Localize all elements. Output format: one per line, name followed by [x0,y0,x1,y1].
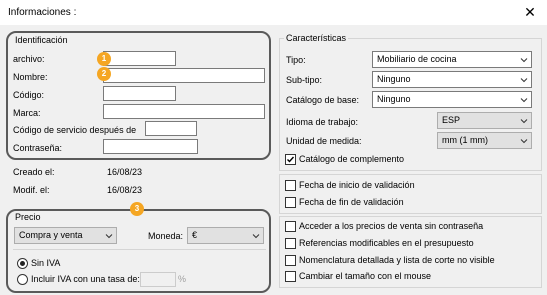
fecha-inicio-checkbox[interactable] [285,180,296,191]
opcion-checkbox[interactable] [285,255,296,266]
catalogo-base-select[interactable]: Ninguno [372,91,532,108]
creado-value: 16/08/23 [107,167,143,177]
precio-tipo-select[interactable]: Compra y venta [14,227,117,244]
step-badge-2: 2 [97,67,111,81]
step-badge-3: 3 [130,202,144,216]
chevron-down-icon [520,119,528,124]
unidad-value: mm (1 mm) [442,135,488,145]
chevron-down-icon [520,139,528,144]
chevron-down-icon [520,78,528,83]
idioma-value: ESP [442,115,461,125]
tasa-iva-input[interactable] [140,272,176,287]
opcion-label: Nomenclatura detallada y lista de corte … [299,255,495,265]
tipo-select[interactable]: Mobiliario de cocina [372,51,532,68]
sin-iva-radio[interactable] [17,258,28,269]
idioma-label: Idioma de trabajo: [286,117,359,127]
moneda-value: € [192,230,198,240]
codigo-input[interactable] [103,86,176,101]
title-bar: Informaciones : ✕ [0,0,547,25]
nombre-input[interactable] [103,68,265,83]
archivo-input[interactable] [103,51,176,66]
step-badge-1: 1 [97,52,111,66]
codigo-label: Código: [13,90,45,100]
precio-divider [13,249,266,250]
opcion-checkbox[interactable] [285,238,296,249]
sin-iva-label: Sin IVA [31,258,61,268]
fecha-inicio-label: Fecha de inicio de validación [299,180,415,190]
subtipo-label: Sub-tipo: [286,75,323,85]
subtipo-value: Ninguno [377,74,411,84]
moneda-select[interactable]: € [187,227,264,244]
catalogo-base-value: Ninguno [377,94,411,104]
catalogo-base-label: Catálogo de base: [286,95,360,105]
opcion-checkbox[interactable] [285,221,296,232]
unidad-label: Unidad de medida: [286,136,362,146]
fecha-fin-checkbox[interactable] [285,197,296,208]
contrasena-input[interactable] [103,139,198,154]
idioma-select[interactable]: ESP [437,112,532,129]
subtipo-select[interactable]: Ninguno [372,71,532,88]
percent-label: % [178,274,187,284]
codigo-servicio-input[interactable] [145,121,197,136]
chevron-down-icon [252,234,260,239]
unidad-select[interactable]: mm (1 mm) [437,132,532,149]
window-title: Informaciones : [8,7,77,18]
chevron-down-icon [520,58,528,63]
tipo-label: Tipo: [286,55,306,65]
precio-tipo-value: Compra y venta [19,230,83,240]
tipo-value: Mobiliario de cocina [377,54,457,64]
opcion-label: Acceder a los precios de venta sin contr… [299,221,484,231]
fecha-fin-label: Fecha de fin de validación [299,197,404,207]
close-icon[interactable]: ✕ [521,3,539,21]
checkmark-icon [287,156,295,163]
marca-input[interactable] [103,104,265,119]
caracteristicas-legend: Características [284,33,349,44]
modif-value: 16/08/23 [107,185,143,195]
precio-legend: Precio [13,212,43,223]
catalogo-complemento-checkbox[interactable] [285,154,296,165]
modif-label: Modif. el: [13,185,50,195]
identificacion-legend: Identificación [13,35,70,46]
catalogo-complemento-label: Catálogo de complemento [299,154,405,164]
opcion-label: Referencias modificables en el presupues… [299,238,474,248]
moneda-label: Moneda: [148,231,184,241]
marca-label: Marca: [13,108,41,118]
creado-label: Creado el: [13,167,55,177]
chevron-down-icon [520,98,528,103]
incluir-iva-radio[interactable] [17,274,28,285]
archivo-label: archivo: [13,54,45,64]
incluir-iva-label: Incluir IVA con una tasa de: [31,274,140,284]
chevron-down-icon [105,234,113,239]
opcion-label: Cambiar el tamaño con el mouse [299,271,432,281]
opcion-checkbox[interactable] [285,271,296,282]
contrasena-label: Contraseña: [13,143,63,153]
nombre-label: Nombre: [13,72,48,82]
codigo-servicio-label: Código de servicio después de [13,125,137,135]
